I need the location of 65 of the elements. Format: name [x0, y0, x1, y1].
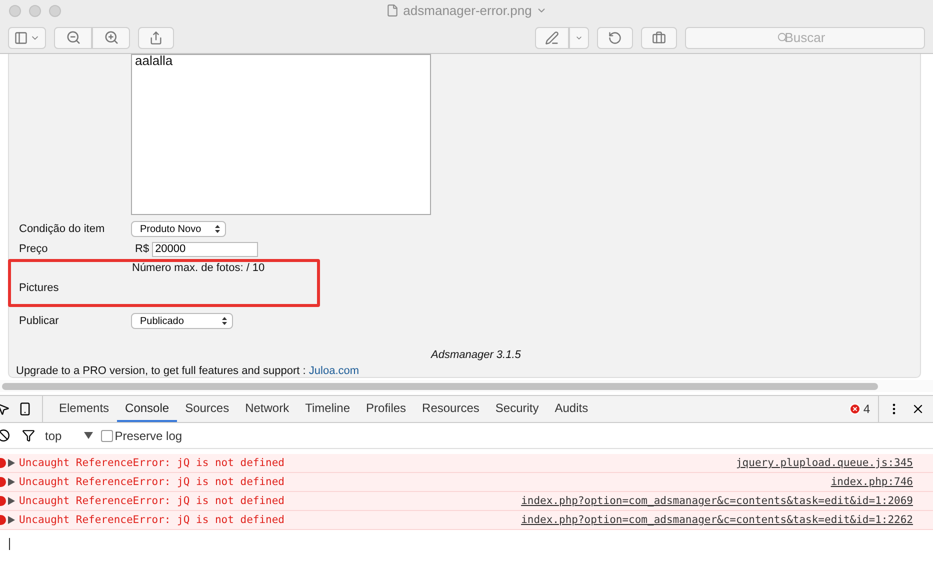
source-link[interactable]: index.php?option=com_adsmanager&c=contents&task=edit&id=1:2069 — [521, 495, 913, 507]
window-title: adsmanager-error.png — [403, 3, 532, 18]
dropdown-arrows-icon — [215, 225, 220, 233]
devtools-tab[interactable]: Sources — [177, 396, 238, 422]
description-textarea[interactable]: aalalla — [131, 54, 431, 215]
zoom-out-button[interactable] — [54, 26, 92, 48]
filter-icon[interactable] — [22, 429, 35, 442]
error-icon — [849, 403, 862, 415]
file-icon — [386, 4, 400, 17]
condition-select[interactable]: Produto Novo — [131, 221, 226, 237]
devtools-tab[interactable]: Audits — [546, 396, 596, 422]
context-select[interactable]: top — [45, 428, 62, 442]
sidebar-button[interactable] — [8, 26, 46, 48]
field-label: Condição do item — [19, 223, 106, 235]
zoom-out-icon — [66, 30, 80, 45]
price-field[interactable]: 20000 — [152, 242, 258, 256]
error-message: Uncaught ReferenceError: jQ is not defined — [19, 457, 286, 469]
sidebar-icon — [14, 30, 28, 44]
scrollbar-thumb[interactable] — [2, 382, 878, 390]
rotate-button[interactable] — [597, 26, 633, 48]
dropdown-arrows-icon — [222, 317, 227, 325]
close-icon[interactable] — [911, 402, 925, 416]
photo-limit-note: Número max. de fotos: / 10 — [132, 262, 266, 274]
publish-select[interactable]: Publicado — [131, 313, 233, 329]
toolbox-button[interactable] — [641, 26, 677, 48]
devtools-tab[interactable]: Resources — [414, 396, 488, 422]
devtools-tab[interactable]: Elements — [51, 396, 118, 422]
share-icon — [149, 30, 163, 44]
markup-button[interactable] — [535, 26, 569, 48]
devtools-tab[interactable]: Security — [487, 396, 547, 422]
source-link[interactable]: index.php?option=com_adsmanager&c=contents&task=edit&id=1:2262 — [521, 514, 913, 526]
expand-arrow-icon[interactable] — [8, 497, 15, 505]
zoom-in-button[interactable] — [92, 26, 130, 48]
field-label: Preço — [19, 243, 49, 255]
source-link[interactable]: jquery.plupload.queue.js:345 — [736, 457, 913, 469]
devtools-tab[interactable]: Timeline — [297, 396, 358, 422]
rotate-icon — [608, 30, 622, 44]
devtools-tab[interactable]: Console — [117, 396, 178, 422]
share-button[interactable] — [138, 26, 174, 48]
field-label: Pictures — [19, 282, 60, 294]
device-icon[interactable] — [18, 402, 32, 416]
juloa-link[interactable]: Juloa.com — [308, 365, 360, 377]
zoom-in-icon — [104, 30, 118, 45]
pen-icon — [545, 30, 559, 44]
devtools-tab[interactable]: Network — [237, 396, 298, 422]
source-link[interactable]: index.php:746 — [830, 476, 913, 488]
devtools-tab[interactable]: Profiles — [358, 396, 414, 422]
dropdown-triangle-icon[interactable] — [84, 432, 93, 439]
text-cursor — [9, 538, 10, 550]
footer-text: Upgrade to a PRO version, to get full features and support : Juloa.com — [16, 365, 360, 377]
error-message: Uncaught ReferenceError: jQ is not defined — [19, 476, 286, 488]
search-field[interactable]: Buscar — [685, 26, 925, 48]
clear-icon[interactable] — [0, 429, 10, 442]
expand-arrow-icon[interactable] — [8, 459, 15, 467]
preserve-log-checkbox[interactable]: Preserve log — [100, 428, 182, 442]
inspect-icon[interactable] — [0, 402, 10, 416]
expand-arrow-icon[interactable] — [8, 478, 15, 486]
version-label: Adsmanager 3.1.5 — [431, 349, 521, 361]
error-count[interactable]: 4 — [863, 402, 870, 416]
currency-label: R$ — [135, 243, 150, 255]
toolbox-icon — [652, 30, 666, 44]
field-label: Publicar — [19, 315, 60, 327]
expand-arrow-icon[interactable] — [8, 516, 15, 524]
error-message: Uncaught ReferenceError: jQ is not defined — [19, 514, 286, 526]
error-message: Uncaught ReferenceError: jQ is not defined — [19, 495, 286, 507]
